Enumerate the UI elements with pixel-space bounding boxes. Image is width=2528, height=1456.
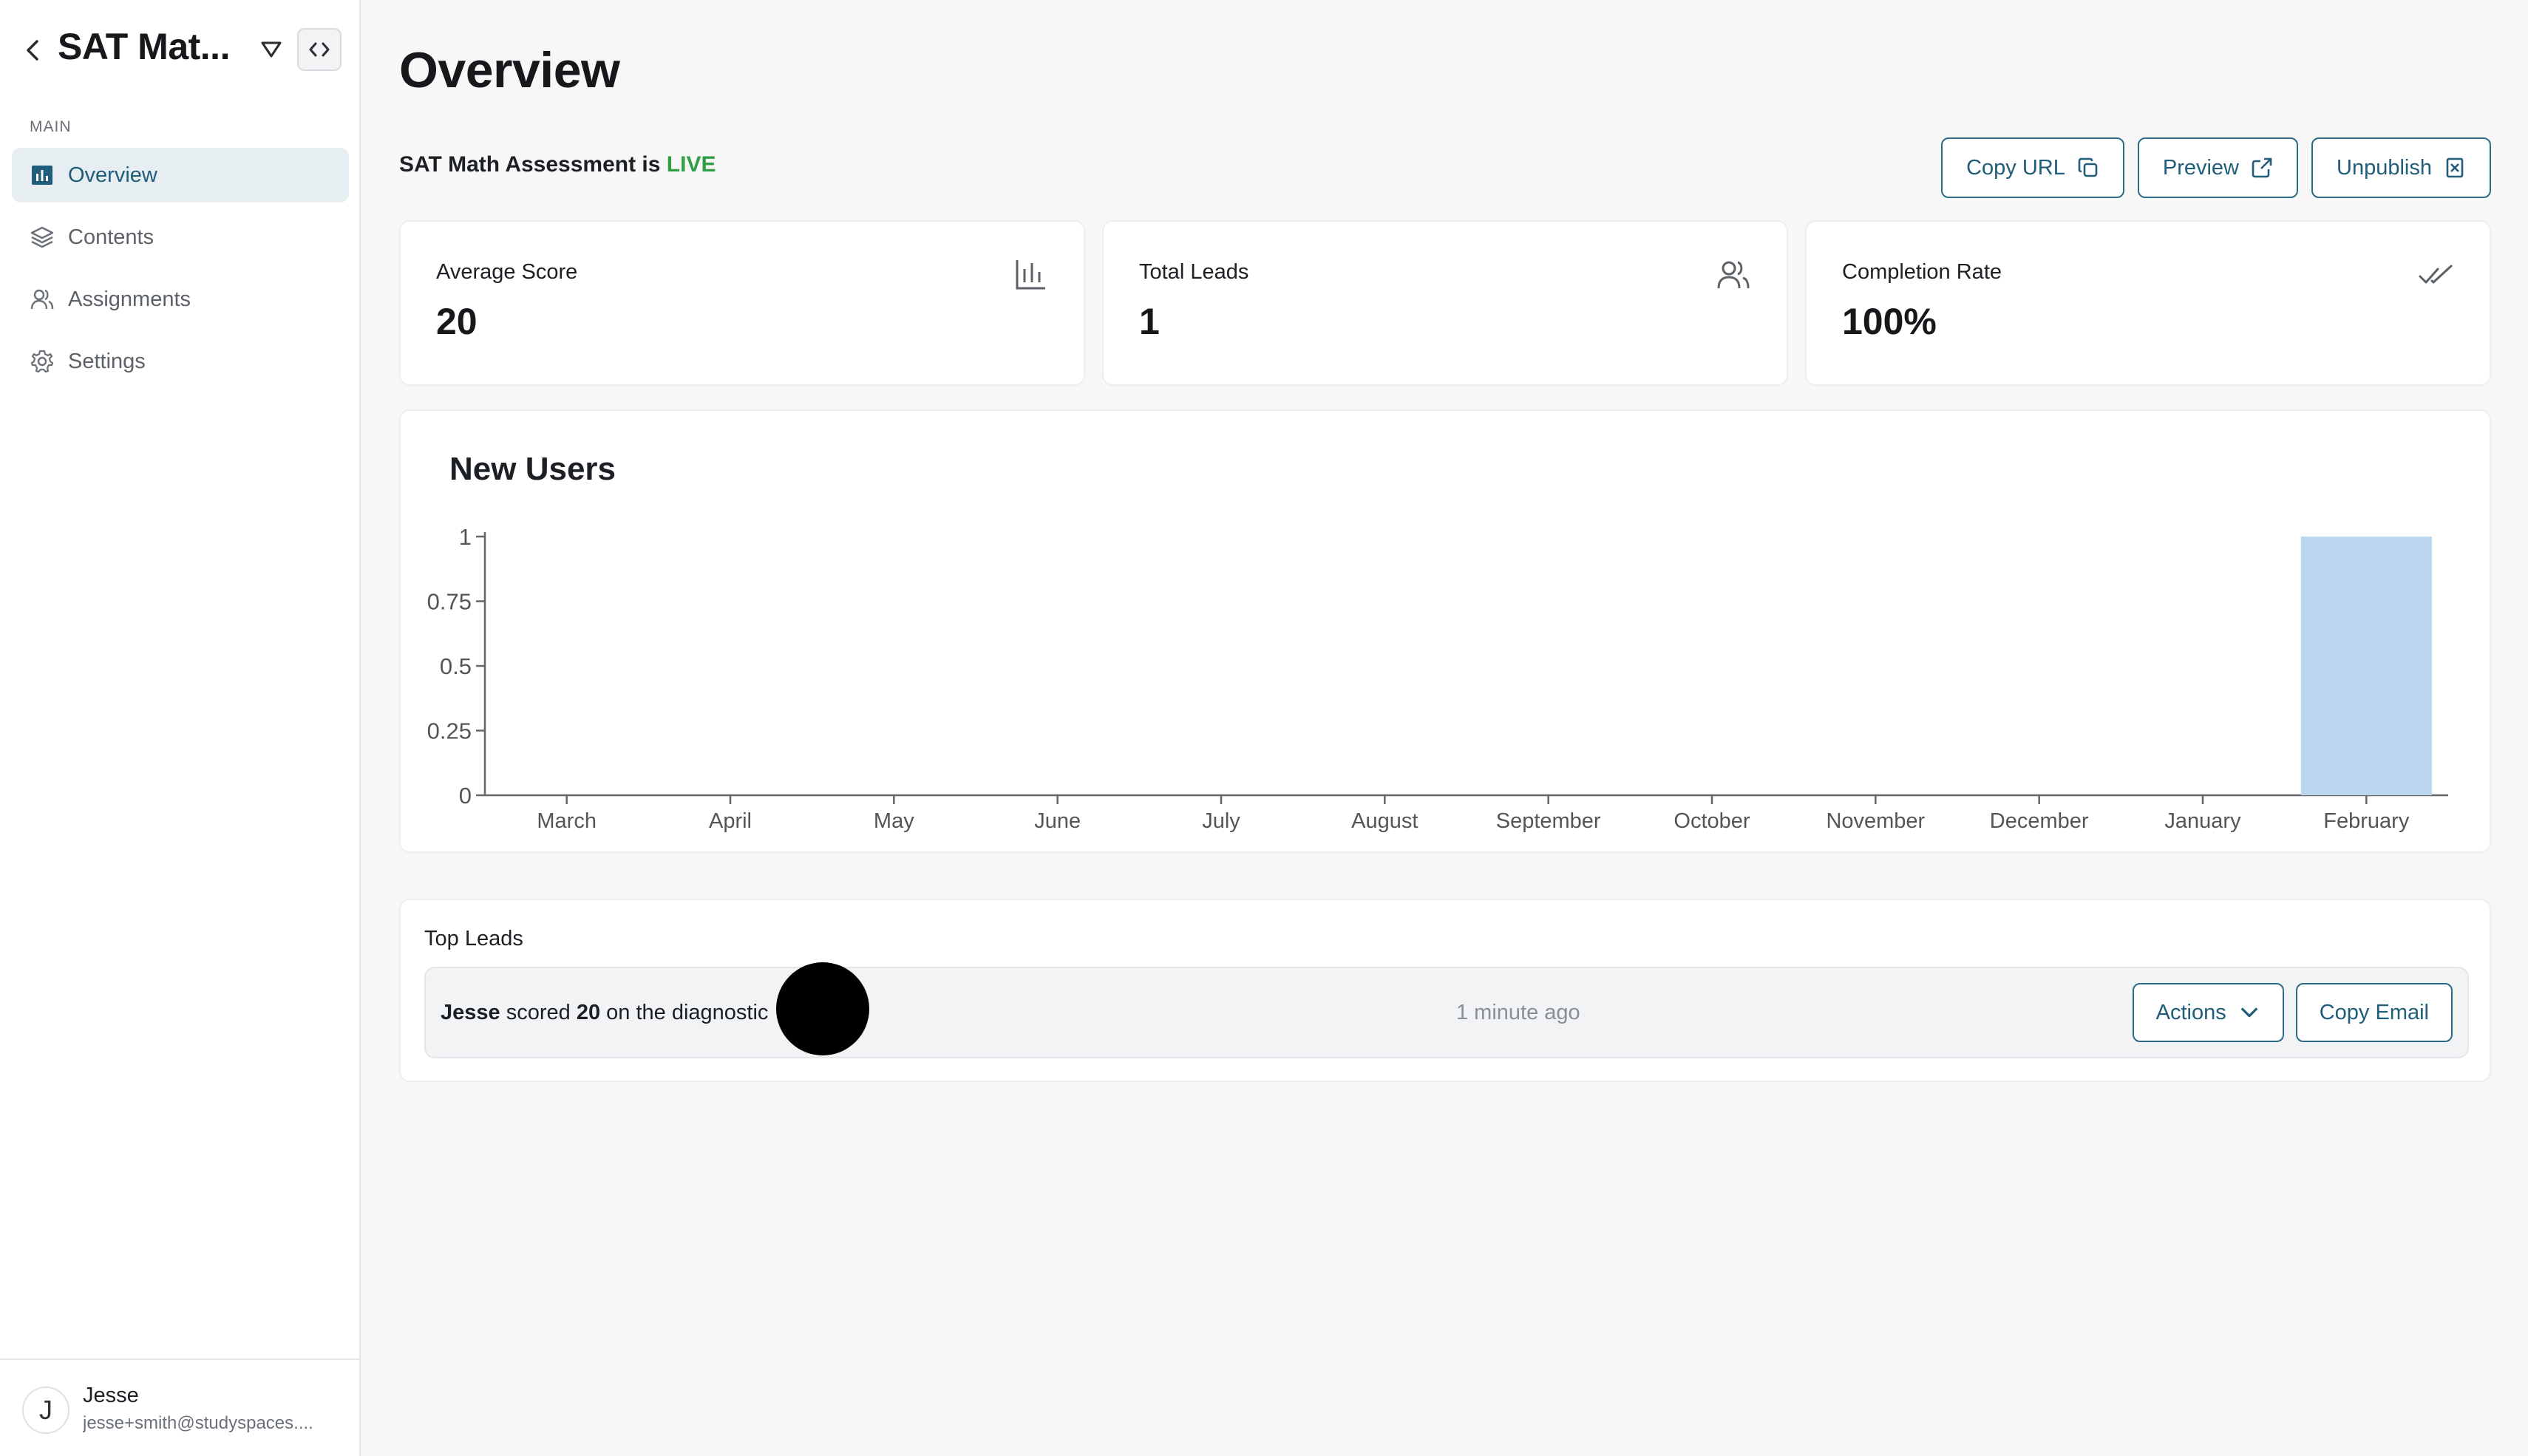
sidebar-header: SAT Mat... bbox=[0, 0, 361, 101]
header-actions: Copy URL Preview Unpublish bbox=[1941, 137, 2491, 198]
code-toggle-button[interactable] bbox=[297, 28, 342, 71]
lead-row: Jesse scored 20 on the diagnostic 1 minu… bbox=[424, 967, 2469, 1058]
copy-email-label: Copy Email bbox=[2319, 1000, 2429, 1024]
nav-section-label: MAIN bbox=[30, 118, 72, 135]
user-name: Jesse bbox=[83, 1384, 139, 1407]
x-tick-label: August bbox=[1351, 809, 1418, 833]
x-tick-label: December bbox=[1990, 809, 2089, 833]
status-badge: LIVE bbox=[666, 152, 716, 177]
stat-card-average-score: Average Score 20 bbox=[399, 220, 1085, 386]
preview-button[interactable]: Preview bbox=[2137, 137, 2299, 198]
stat-value: 20 bbox=[436, 301, 478, 342]
x-tick-label: September bbox=[1496, 809, 1601, 833]
copy-icon bbox=[2078, 157, 2098, 177]
layers-icon bbox=[30, 226, 54, 248]
sidebar-item-overview[interactable]: Overview bbox=[12, 148, 349, 203]
sidebar-nav: Overview Contents Assignments Settings bbox=[12, 148, 349, 396]
new-users-chart-card: New Users 1 0.75 0.5 0.25 0 March April May June… bbox=[399, 409, 2491, 853]
unpublish-label: Unpublish bbox=[2337, 155, 2432, 180]
x-tick-label: May bbox=[874, 809, 914, 833]
user-email: jesse+smith@studyspaces.... bbox=[83, 1413, 313, 1433]
x-tick-label: March bbox=[537, 809, 597, 833]
sidebar-item-label: Overview bbox=[68, 163, 157, 187]
stat-value: 100% bbox=[1842, 301, 1937, 342]
lead-name: Jesse bbox=[441, 1001, 500, 1024]
y-tick-label: 1 bbox=[459, 524, 472, 550]
copy-url-label: Copy URL bbox=[1966, 155, 2065, 180]
code-icon bbox=[309, 42, 330, 57]
x-tick-label: April bbox=[709, 809, 752, 833]
actions-label: Actions bbox=[2155, 1000, 2226, 1024]
x-tick-label: January bbox=[2164, 809, 2241, 833]
x-tick-label: October bbox=[1674, 809, 1750, 833]
external-link-icon bbox=[2252, 157, 2272, 178]
sidebar-item-label: Settings bbox=[68, 349, 146, 373]
copy-email-button[interactable]: Copy Email bbox=[2295, 983, 2453, 1042]
stat-card-total-leads: Total Leads 1 bbox=[1102, 220, 1788, 386]
y-tick-label: 0.5 bbox=[440, 653, 472, 679]
lead-text-end: on the diagnostic bbox=[606, 1001, 769, 1024]
lead-actions: Actions Copy Email bbox=[2132, 983, 2453, 1042]
sidebar-item-contents[interactable]: Contents bbox=[12, 210, 349, 265]
stat-label: Completion Rate bbox=[1842, 260, 2002, 284]
users-icon bbox=[1717, 261, 1750, 289]
lead-summary: Jesse scored 20 on the diagnostic bbox=[441, 1001, 768, 1025]
sidebar-item-settings[interactable]: Settings bbox=[12, 334, 349, 389]
x-tick-label: February bbox=[2323, 809, 2410, 833]
gear-icon bbox=[30, 350, 54, 373]
file-x-icon bbox=[2446, 157, 2464, 178]
users-icon bbox=[30, 289, 54, 310]
lead-score: 20 bbox=[576, 1001, 601, 1024]
triangle-down-icon[interactable] bbox=[259, 38, 284, 61]
new-users-chart: 1 0.75 0.5 0.25 0 March April May June July August… bbox=[427, 524, 2448, 833]
copy-url-button[interactable]: Copy URL bbox=[1941, 137, 2124, 198]
user-profile[interactable]: J Jesse jesse+smith@studyspaces.... bbox=[0, 1358, 361, 1456]
bar-chart-icon bbox=[1016, 260, 1045, 290]
sidebar-item-assignments[interactable]: Assignments bbox=[12, 272, 349, 327]
sidebar: SAT Mat... MAIN Overview Contents Assign… bbox=[0, 0, 361, 1456]
actions-dropdown-button[interactable]: Actions bbox=[2132, 983, 2284, 1042]
stat-label: Average Score bbox=[436, 260, 578, 284]
publish-status: SAT Math Assessment is LIVE bbox=[399, 152, 716, 177]
chevron-down-icon bbox=[2240, 1007, 2257, 1018]
x-tick-label: November bbox=[1826, 809, 1925, 833]
sidebar-item-label: Assignments bbox=[68, 287, 191, 311]
stat-card-completion-rate: Completion Rate 100% bbox=[1805, 220, 2491, 386]
top-leads-card: Top Leads Jesse scored 20 on the diagnos… bbox=[399, 899, 2491, 1082]
avatar: J bbox=[22, 1387, 69, 1434]
stat-value: 1 bbox=[1139, 301, 1160, 342]
x-tick-label: July bbox=[1202, 809, 1240, 833]
preview-label: Preview bbox=[2162, 155, 2240, 180]
double-check-icon bbox=[2419, 265, 2453, 284]
y-tick-label: 0 bbox=[459, 783, 472, 809]
unpublish-button[interactable]: Unpublish bbox=[2311, 137, 2491, 198]
top-leads-title: Top Leads bbox=[424, 927, 523, 950]
sidebar-item-label: Contents bbox=[68, 225, 154, 249]
cursor-indicator bbox=[776, 962, 869, 1055]
page-title: Overview bbox=[399, 42, 620, 98]
y-tick-label: 0.25 bbox=[427, 718, 472, 744]
lead-text-mid: scored bbox=[506, 1001, 571, 1024]
bar-chart-square-icon bbox=[32, 166, 52, 185]
app-title: SAT Mat... bbox=[58, 26, 230, 67]
chart-bar bbox=[2300, 537, 2432, 795]
stat-label: Total Leads bbox=[1139, 260, 1249, 284]
lead-timestamp: 1 minute ago bbox=[1456, 1001, 1580, 1024]
y-tick-label: 0.75 bbox=[427, 589, 472, 615]
status-prefix: SAT Math Assessment is bbox=[399, 152, 661, 177]
x-tick-label: June bbox=[1034, 809, 1081, 833]
chevron-left-icon[interactable] bbox=[22, 37, 43, 64]
